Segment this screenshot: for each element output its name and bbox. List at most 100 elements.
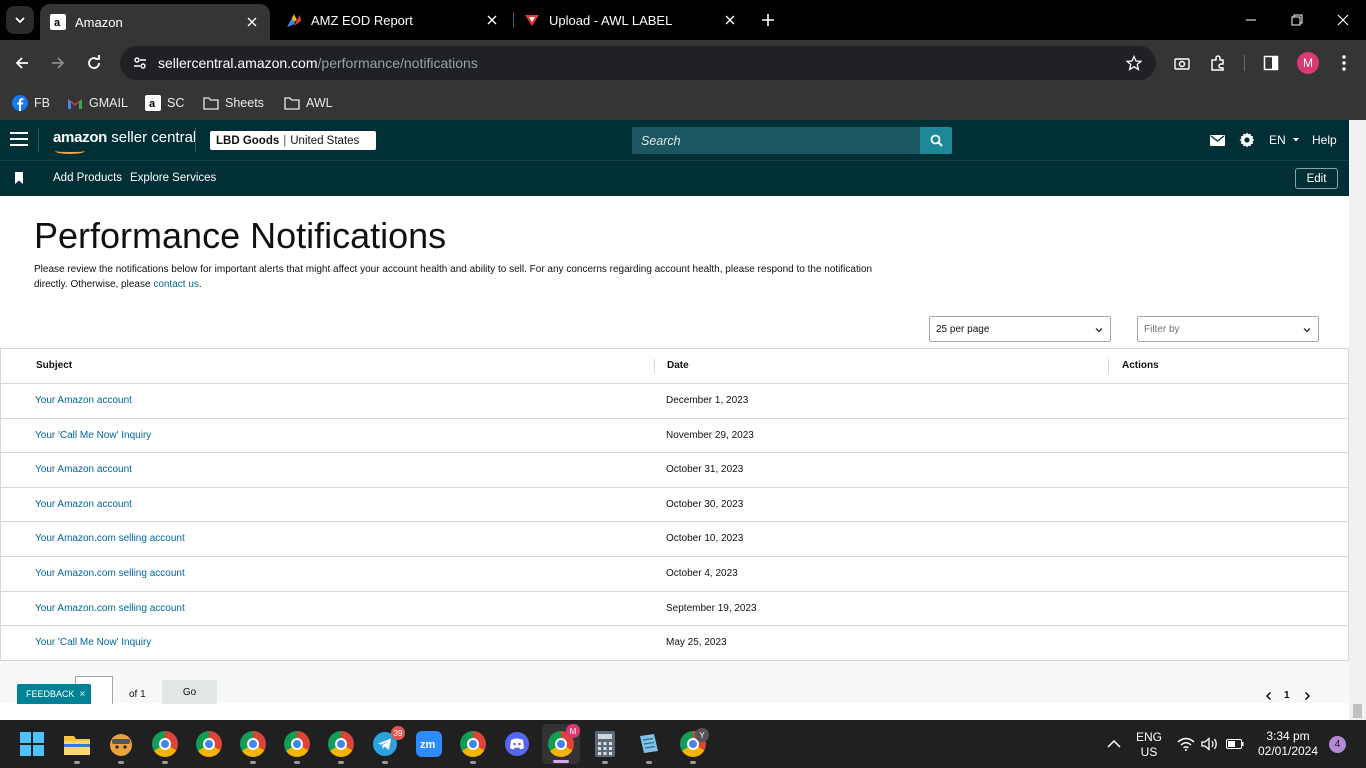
- arrow-right-icon: [52, 57, 65, 69]
- tab-upload-awl-label[interactable]: Upload - AWL LABEL: [514, 0, 748, 40]
- bookmark-fb[interactable]: FB: [12, 93, 50, 113]
- chrome-icon: [284, 731, 310, 757]
- screenshot-icon[interactable]: [1171, 52, 1193, 74]
- reload-button[interactable]: [80, 49, 108, 77]
- search-input[interactable]: Search: [632, 127, 920, 154]
- taskbar-telegram[interactable]: 39: [369, 726, 405, 764]
- notification-subject-link[interactable]: Your Amazon.com selling account: [35, 603, 185, 614]
- battery-icon[interactable]: [1224, 728, 1246, 760]
- tab-amazon[interactable]: a Amazon: [40, 4, 270, 40]
- profile-avatar[interactable]: M: [1297, 52, 1319, 74]
- clock[interactable]: 3:34 pm 02/01/2024: [1250, 729, 1326, 759]
- taskbar-chrome-7[interactable]: Y: [677, 728, 709, 764]
- side-panel-icon[interactable]: [1260, 52, 1282, 74]
- page-scrollbar[interactable]: [1349, 120, 1366, 720]
- new-tab-button[interactable]: [756, 8, 780, 32]
- bookmark-star-icon[interactable]: [1124, 53, 1144, 73]
- svg-text:a: a: [54, 17, 61, 29]
- tab-amz-eod-report[interactable]: AMZ EOD Report: [276, 0, 510, 40]
- close-icon[interactable]: [484, 12, 500, 28]
- taskbar-chrome-active[interactable]: M: [542, 724, 580, 764]
- search-icon: [930, 134, 943, 147]
- bookmark-sc[interactable]: a SC: [145, 93, 184, 113]
- notification-subject-link[interactable]: Your 'Call Me Now' Inquiry: [35, 637, 151, 648]
- bookmark-folder-awl[interactable]: AWL: [284, 93, 333, 113]
- arrow-left-icon: [15, 57, 28, 69]
- settings-gear-icon[interactable]: [1239, 132, 1255, 148]
- chevron-right-icon[interactable]: [1302, 691, 1312, 701]
- close-icon[interactable]: ×: [80, 689, 86, 700]
- close-icon[interactable]: [722, 12, 738, 28]
- column-divider: [654, 359, 655, 373]
- feedback-label: FEEDBACK: [26, 689, 75, 699]
- column-subject[interactable]: Subject: [36, 360, 72, 371]
- restore-button[interactable]: [1274, 0, 1320, 40]
- taskbar-chrome-6[interactable]: [457, 728, 489, 764]
- notification-subject-link[interactable]: Your Amazon account: [35, 395, 132, 406]
- notification-count-badge[interactable]: 4: [1329, 736, 1346, 753]
- menu-icon[interactable]: [10, 132, 28, 148]
- notification-subject-link[interactable]: Your Amazon account: [35, 499, 132, 510]
- bookmark-folder-sheets[interactable]: Sheets: [203, 93, 264, 113]
- notification-subject-link[interactable]: Your Amazon.com selling account: [35, 533, 185, 544]
- add-products-link[interactable]: Add Products: [53, 172, 122, 184]
- bookmark-label: SC: [167, 96, 185, 110]
- taskbar-chrome-5[interactable]: [325, 728, 357, 764]
- store-selector[interactable]: LBD Goods | United States: [210, 131, 376, 150]
- taskbar-file-explorer[interactable]: [61, 728, 93, 764]
- language-selector[interactable]: EN: [1269, 133, 1302, 147]
- taskbar-zoom[interactable]: zm: [413, 728, 445, 760]
- close-window-button[interactable]: [1320, 0, 1366, 40]
- explore-services-link[interactable]: Explore Services: [130, 172, 216, 184]
- taskbar-notepad[interactable]: [633, 728, 665, 764]
- facebook-icon: [12, 95, 28, 111]
- discord-icon: [505, 732, 529, 756]
- chrome-icon: [328, 731, 354, 757]
- bookmark-icon[interactable]: [14, 172, 24, 184]
- start-button[interactable]: [16, 728, 48, 760]
- filter-select[interactable]: Filter by: [1137, 316, 1319, 342]
- windows-icon: [20, 732, 44, 756]
- per-page-select[interactable]: 25 per page: [929, 316, 1111, 342]
- browser-menu-icon[interactable]: [1333, 52, 1355, 74]
- taskbar-chrome-2[interactable]: [193, 728, 225, 760]
- taskbar-chrome-1[interactable]: [149, 728, 181, 764]
- seller-central-logo[interactable]: amazon seller central: [53, 129, 196, 154]
- forward-button[interactable]: [44, 49, 72, 77]
- edit-button[interactable]: Edit: [1295, 168, 1338, 189]
- volume-icon[interactable]: [1200, 728, 1220, 760]
- show-hidden-icons-button[interactable]: [1102, 728, 1126, 760]
- sheets-icon: [286, 12, 302, 28]
- close-icon[interactable]: [244, 14, 260, 30]
- mail-icon[interactable]: [1209, 132, 1225, 148]
- chevron-left-icon[interactable]: [1264, 691, 1274, 701]
- current-page[interactable]: 1: [1284, 690, 1290, 701]
- notification-subject-link[interactable]: Your Amazon account: [35, 464, 132, 475]
- notification-subject-link[interactable]: Your 'Call Me Now' Inquiry: [35, 430, 151, 441]
- back-button[interactable]: [8, 49, 36, 77]
- tab-search-button[interactable]: [6, 6, 34, 34]
- bookmark-gmail[interactable]: GMAIL: [67, 93, 128, 113]
- notification-date: September 19, 2023: [666, 602, 757, 614]
- taskbar-calculator[interactable]: [589, 728, 621, 764]
- taskbar-app-cat[interactable]: [105, 728, 137, 764]
- chevron-up-icon: [1107, 739, 1121, 748]
- go-button[interactable]: Go: [162, 680, 217, 704]
- contact-us-link[interactable]: contact us: [153, 279, 199, 290]
- input-language[interactable]: ENG US: [1134, 730, 1164, 760]
- wifi-icon[interactable]: [1176, 728, 1196, 760]
- minimize-button[interactable]: [1228, 0, 1274, 40]
- scrollbar-thumb[interactable]: [1353, 704, 1362, 718]
- taskbar-chrome-3[interactable]: [237, 728, 269, 764]
- notification-subject-link[interactable]: Your Amazon.com selling account: [35, 568, 185, 579]
- gmail-icon: [67, 95, 83, 111]
- extensions-icon[interactable]: [1207, 52, 1229, 74]
- column-date[interactable]: Date: [667, 360, 689, 371]
- search-button[interactable]: [920, 127, 952, 154]
- help-link[interactable]: Help: [1312, 133, 1337, 147]
- feedback-button[interactable]: FEEDBACK ×: [17, 684, 92, 704]
- taskbar-discord[interactable]: [501, 728, 533, 760]
- site-info-icon[interactable]: [130, 53, 150, 73]
- taskbar-chrome-4[interactable]: [281, 728, 313, 764]
- address-bar[interactable]: sellercentral.amazon.com/performance/not…: [120, 46, 1156, 80]
